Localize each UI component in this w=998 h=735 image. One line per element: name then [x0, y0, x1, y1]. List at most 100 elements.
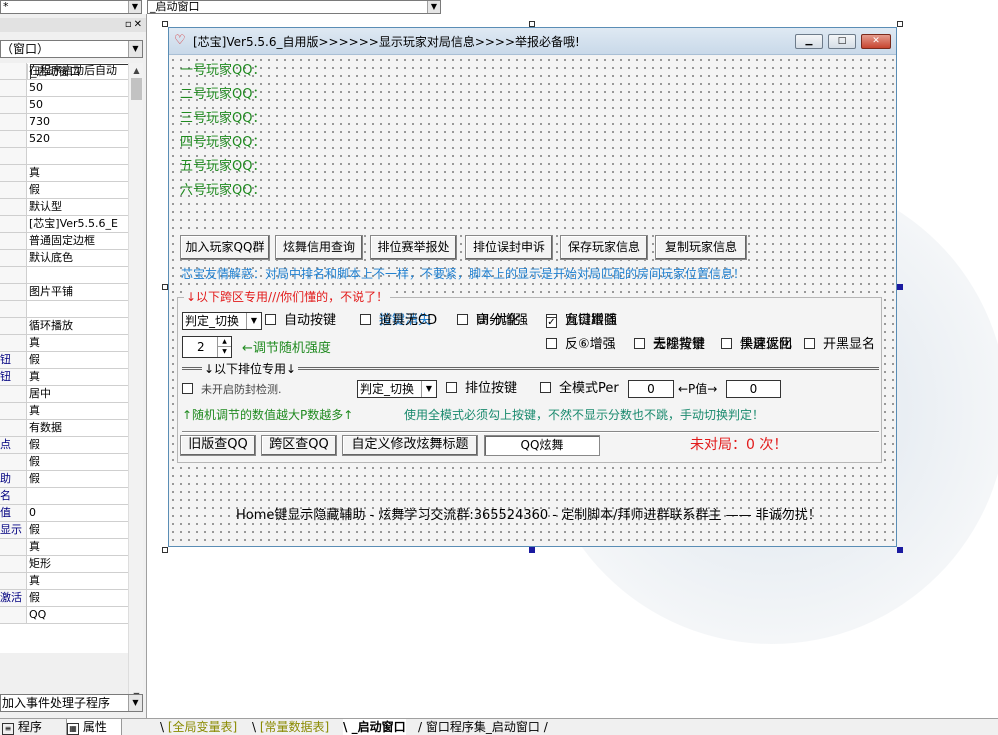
property-value[interactable]: 假 [29, 590, 128, 606]
tab-global-vars[interactable]: \ [全局变量表] [160, 719, 237, 735]
property-row[interactable]: 在程序启动后自动 [0, 63, 128, 80]
panel-pin-close-icons[interactable]: ▫✕ [125, 18, 144, 32]
option-checkbox[interactable]: 开黑显名 [804, 337, 875, 353]
resize-handle[interactable] [529, 547, 535, 553]
mode-select[interactable]: 判定_切换 ▼ [182, 312, 262, 330]
anti-seal-checkbox[interactable]: 未开启防封检测. [182, 382, 282, 398]
property-value[interactable]: 真 [29, 369, 128, 385]
full-mode-checkbox[interactable]: 全模式Per [540, 381, 619, 397]
resize-handle[interactable] [897, 284, 903, 290]
p-value-input[interactable]: 0 [726, 380, 781, 398]
property-row[interactable]: 真 [0, 335, 128, 352]
property-value[interactable] [29, 267, 128, 283]
cross-region-qq-button[interactable]: 跨区查QQ [261, 435, 337, 456]
rank-mode-select[interactable]: 判定_切换 ▼ [357, 380, 437, 398]
spin-up-icon[interactable]: ▲ [217, 337, 231, 347]
property-value[interactable]: 假 [29, 437, 128, 453]
property-row[interactable]: 激活假 [0, 590, 128, 607]
checkbox-box[interactable] [360, 314, 371, 325]
qq-title-field[interactable]: QQ炫舞 [484, 435, 600, 456]
property-value[interactable]: 真 [29, 539, 128, 555]
property-value[interactable]: 假 [29, 352, 128, 368]
resize-handle[interactable] [162, 547, 168, 553]
property-value[interactable]: 520 [29, 131, 128, 147]
property-row[interactable]: 钮真 [0, 369, 128, 386]
rank-key-box[interactable] [446, 382, 457, 393]
property-value[interactable]: QQ [29, 607, 128, 623]
property-row[interactable]: 普通固定边框 [0, 233, 128, 250]
property-value[interactable]: 真 [29, 165, 128, 181]
chevron-down-icon[interactable]: ▼ [246, 313, 261, 329]
checkbox-box[interactable] [721, 338, 732, 349]
property-value[interactable]: 图片平铺 [29, 284, 128, 300]
property-row[interactable]: 值0 [0, 505, 128, 522]
property-row[interactable]: 真 [0, 165, 128, 182]
option-checkbox[interactable]: 黑屏优化 [721, 337, 792, 353]
object-select[interactable]: （窗口） ▼ [0, 40, 143, 58]
maximize-icon[interactable]: □ [828, 34, 856, 49]
scroll-up-icon[interactable]: ▲ [129, 63, 144, 78]
old-qq-query-button[interactable]: 旧版查QQ [180, 435, 256, 456]
tab-constants[interactable]: \ [常量数据表] [252, 719, 329, 735]
property-row[interactable]: 点假 [0, 437, 128, 454]
property-row[interactable]: 真 [0, 539, 128, 556]
option-checkbox[interactable]: ✓ 窗口跟随 [546, 313, 617, 329]
per-value-input[interactable]: 0 [628, 380, 674, 398]
chevron-down-icon[interactable]: ▼ [421, 381, 436, 397]
checkbox-box[interactable] [457, 314, 468, 325]
save-player-info-button[interactable]: 保存玩家信息 [560, 235, 648, 260]
property-row[interactable]: 钮假 [0, 352, 128, 369]
resize-handle[interactable] [897, 21, 903, 27]
tab-startup-window[interactable]: \ _启动窗口 [343, 719, 406, 735]
window-titlebar[interactable]: ♡ [芯宝]Ver5.5.6_自用版>>>>>>显示玩家对局信息>>>>举报必备… [169, 28, 896, 55]
window-select-combo[interactable]: _启动窗口 ▼ [147, 0, 441, 14]
event-handler-combo[interactable]: 加入事件处理子程序 ▼ [0, 694, 143, 712]
property-value[interactable]: 循环播放 [29, 318, 128, 334]
property-row[interactable]: [芯宝]Ver5.5.6_E [0, 216, 128, 233]
credit-query-button[interactable]: 炫舞信用查询 [275, 235, 363, 260]
checkbox-box[interactable] [634, 338, 645, 349]
resize-handle[interactable] [897, 547, 903, 553]
chevron-down-icon[interactable]: ▼ [128, 41, 142, 57]
join-qq-group-button[interactable]: 加入玩家QQ群 [180, 235, 270, 260]
checkbox-box[interactable] [546, 338, 557, 349]
property-row[interactable]: 默认底色 [0, 250, 128, 267]
copy-player-info-button[interactable]: 复制玩家信息 [655, 235, 747, 260]
property-row[interactable]: 真 [0, 403, 128, 420]
checkbox-box[interactable] [265, 314, 276, 325]
property-row[interactable]: 名 [0, 488, 128, 505]
property-value[interactable]: 真 [29, 403, 128, 419]
option-checkbox[interactable]: UI-优化 [457, 313, 520, 329]
property-value[interactable]: 730 [29, 114, 128, 130]
property-row[interactable]: 默认型 [0, 199, 128, 216]
tab-program[interactable]: ≡ 程序 [2, 719, 60, 735]
property-value[interactable]: 默认型 [29, 199, 128, 215]
option-checkbox[interactable]: 自动按键 [265, 313, 336, 329]
spin-down-icon[interactable]: ▼ [217, 347, 231, 357]
property-row[interactable]: 助假 [0, 471, 128, 488]
property-value[interactable]: [芯宝]Ver5.5.6_E [29, 216, 128, 232]
property-value[interactable]: 在程序启动后自动 [29, 63, 128, 79]
property-row[interactable]: 730 [0, 114, 128, 131]
property-value[interactable]: 真 [29, 335, 128, 351]
property-row[interactable] [0, 148, 128, 165]
rank-key-checkbox[interactable]: 排位按键 [446, 381, 517, 397]
property-value[interactable]: 有数据 [29, 420, 128, 436]
ranked-appeal-button[interactable]: 排位误封申诉 [465, 235, 553, 260]
scroll-thumb[interactable] [131, 78, 142, 100]
option-checkbox[interactable]: 无视按键 [634, 337, 705, 353]
property-scrollbar[interactable]: ▲ ▼ [128, 63, 143, 703]
property-row[interactable]: 矩形 [0, 556, 128, 573]
property-row[interactable]: 图片平铺 [0, 284, 128, 301]
ranked-report-button[interactable]: 排位赛举报处 [370, 235, 457, 260]
checkmark-icon[interactable]: ✓ [546, 317, 557, 328]
property-value[interactable]: 真 [29, 573, 128, 589]
property-row[interactable] [0, 267, 128, 284]
property-row[interactable]: 居中 [0, 386, 128, 403]
property-row[interactable]: 假 [0, 182, 128, 199]
property-row[interactable]: 有数据 [0, 420, 128, 437]
property-value[interactable]: 0 [29, 505, 128, 521]
tab-window-assembly[interactable]: / 窗口程序集_启动窗口 / [418, 719, 548, 735]
property-row[interactable]: 循环播放 [0, 318, 128, 335]
property-value[interactable]: 假 [29, 182, 128, 198]
